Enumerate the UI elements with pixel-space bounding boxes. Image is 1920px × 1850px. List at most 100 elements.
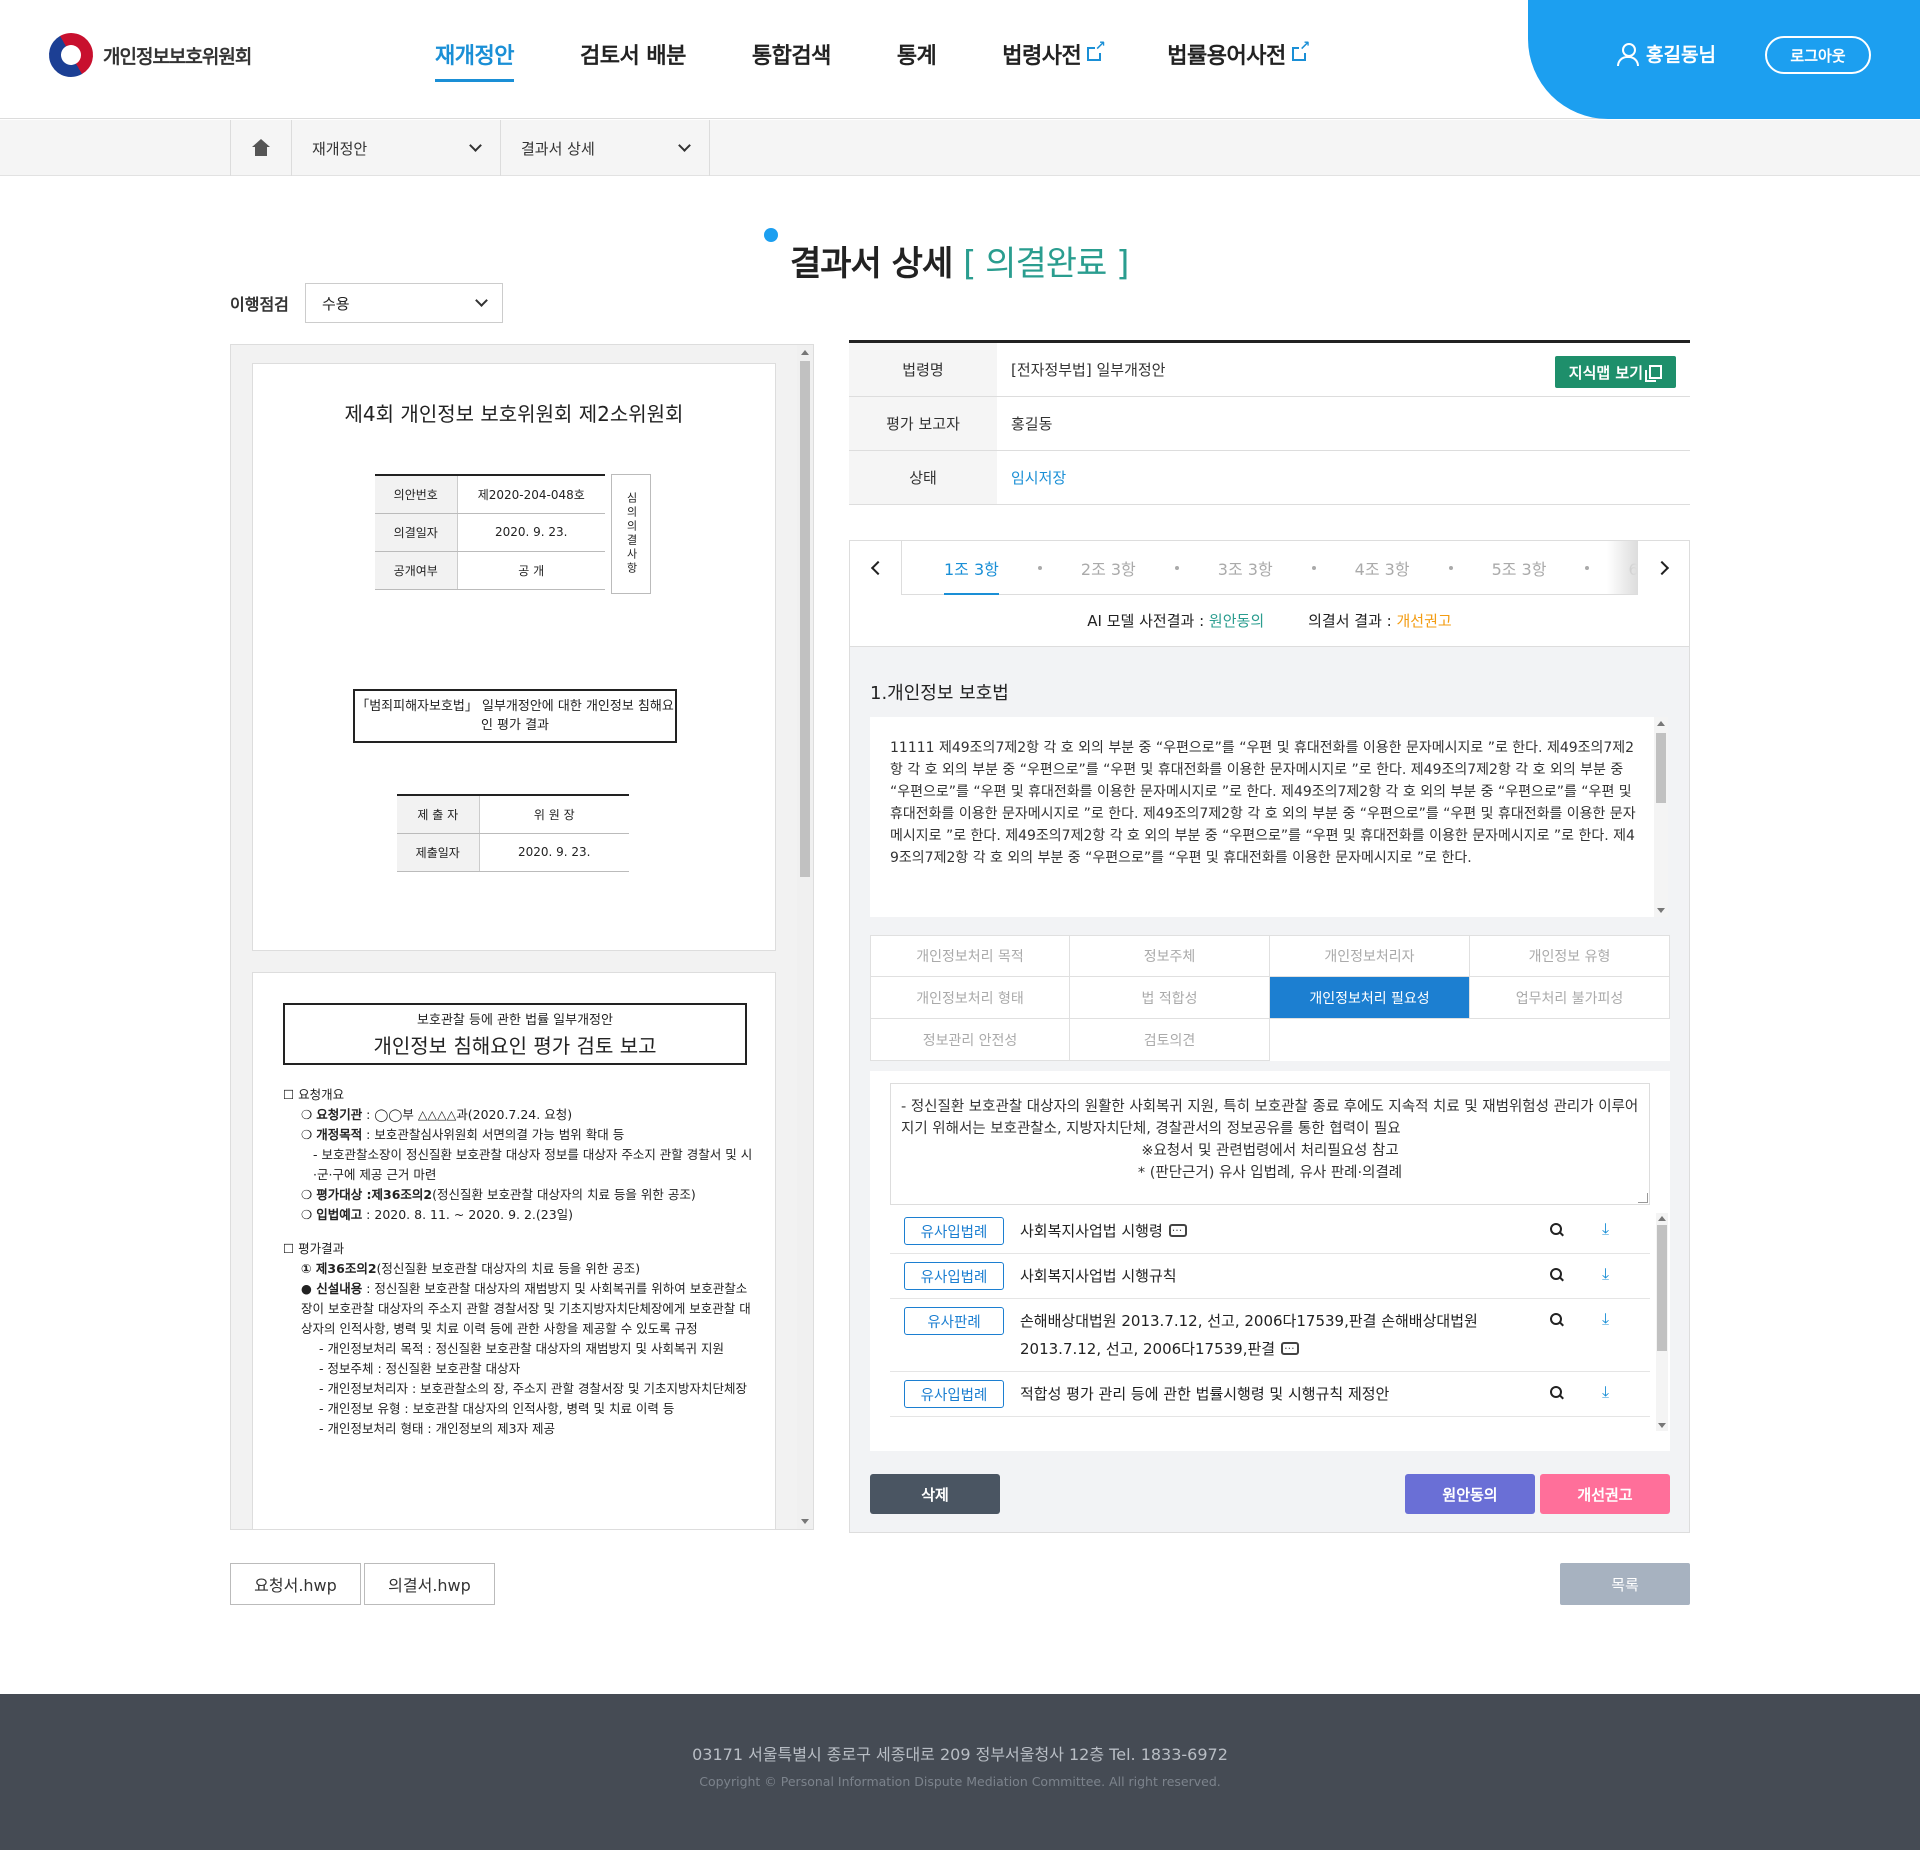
tabs-prev-button[interactable]	[850, 541, 902, 595]
tab-article-2[interactable]: 2조 3항	[1081, 541, 1136, 595]
agree-button[interactable]: 원안동의	[1405, 1474, 1535, 1514]
reference-tag[interactable]: 유사입법례	[904, 1262, 1004, 1290]
tab-article-1[interactable]: 1조 3항	[944, 541, 999, 596]
criteria-tab-4[interactable]: 개인정보처리 형태	[870, 977, 1070, 1019]
doc-line: ❍ 개정목적 : 보호관찰심사위원회 서면의결 가능 범위 확대 등	[301, 1127, 625, 1142]
scroll-down-arrow-icon[interactable]	[801, 1519, 809, 1524]
doc-line: - 정보주체 : 정신질환 보호관찰 대상자	[319, 1361, 521, 1376]
comment-icon[interactable]	[1281, 1335, 1300, 1363]
search-icon[interactable]	[1550, 1313, 1564, 1327]
document-scrollbar[interactable]	[797, 345, 813, 1529]
breadcrumb-level1-select[interactable]: 재개정안	[292, 120, 501, 176]
scroll-up-arrow-icon[interactable]	[801, 350, 809, 355]
taegeuk-logo-icon	[40, 24, 102, 86]
search-icon[interactable]	[1550, 1386, 1564, 1400]
criteria-tab-3[interactable]: 개인정보 유형	[1470, 935, 1670, 977]
scroll-thumb[interactable]	[800, 361, 810, 877]
nav-item-0[interactable]: 재개정안	[435, 38, 514, 82]
tab-article-5[interactable]: 5조 3항	[1492, 541, 1547, 595]
reference-row: 유사입법례 사회복지사업법 시행령	[890, 1209, 1650, 1254]
criteria-tab-1[interactable]: 정보주체	[1070, 935, 1270, 977]
tab-article-3[interactable]: 3조 3항	[1218, 541, 1273, 595]
main-nav: 재개정안 검토서 배분 통합검색 통계 법령사전 법률용어사전	[435, 38, 1372, 82]
reference-tag[interactable]: 유사입법례	[904, 1217, 1004, 1245]
nav-item-2[interactable]: 통합검색	[752, 38, 831, 70]
logout-button[interactable]: 로그아웃	[1765, 36, 1871, 74]
scroll-down-arrow-icon[interactable]	[1658, 1423, 1666, 1428]
criteria-tab-6[interactable]: 개인정보처리 필요성	[1270, 977, 1470, 1019]
new-window-icon	[1645, 365, 1662, 382]
tab-separator-dot	[1585, 566, 1590, 570]
download-icon[interactable]	[1602, 1382, 1616, 1402]
nav-item-label: 검토서 배분	[579, 44, 686, 69]
info-row-reporter: 평가 보고자 홍길동	[849, 397, 1690, 451]
document-viewer[interactable]: 제4회 개인정보 보호위원회 제2소위원회 의안번호 제2020-204-048호…	[230, 344, 814, 1530]
criteria-tab-9[interactable]: 검토의견	[1070, 1019, 1270, 1061]
download-icon[interactable]	[1602, 1264, 1616, 1284]
law-text-box[interactable]: 11111 제49조의7제2항 각 호 외의 부분 중 “우편으로”를 “우편 …	[870, 717, 1668, 917]
knowledge-map-button[interactable]: 지식맵 보기	[1554, 356, 1676, 388]
reference-name[interactable]: 사회복지사업법 시행규칙	[1020, 1262, 1520, 1290]
improve-button[interactable]: 개선권고	[1540, 1474, 1670, 1514]
request-file-button[interactable]: 요청서.hwp	[230, 1563, 361, 1605]
delete-button[interactable]: 삭제	[870, 1474, 1000, 1514]
search-icon[interactable]	[1550, 1268, 1564, 1282]
reference-actions	[1550, 1219, 1616, 1239]
breadcrumb-level2-select[interactable]: 결과서 상세	[501, 120, 710, 176]
breadcrumb: 재개정안 결과서 상세	[230, 120, 710, 176]
list-button[interactable]: 목록	[1560, 1563, 1690, 1605]
scroll-down-arrow-icon[interactable]	[1657, 908, 1665, 913]
nav-item-1[interactable]: 검토서 배분	[580, 38, 686, 70]
doc-vertical-label: 심의의결사항	[611, 474, 651, 594]
opinion-file-button[interactable]: 의결서.hwp	[364, 1563, 495, 1605]
breadcrumb-level2-label: 결과서 상세	[521, 139, 595, 158]
doc-line: - 개인정보처리 목적 : 정신질환 보호관찰 대상자의 재범방지 및 사회복귀…	[319, 1341, 724, 1356]
criteria-tab-8[interactable]: 정보관리 안전성	[870, 1019, 1070, 1061]
nav-item-4[interactable]: 법령사전	[1002, 38, 1106, 70]
comment-icon[interactable]	[1168, 1217, 1187, 1245]
external-link-icon	[1087, 40, 1106, 61]
reference-tag[interactable]: 유사입법례	[904, 1380, 1004, 1408]
tab-article-4[interactable]: 4조 3항	[1355, 541, 1410, 595]
review-textarea[interactable]: - 정신질환 보호관찰 대상자의 원활한 사회복귀 지원, 특히 보호관찰 종료…	[890, 1083, 1650, 1205]
site-logo[interactable]: 개인정보보호위원회	[40, 24, 252, 86]
nav-item-5[interactable]: 법률용어사전	[1167, 38, 1310, 70]
doc-line: ❍ 평가대상 :제36조의2(정신질환 보호관찰 대상자의 치료 등을 위한 공…	[301, 1187, 696, 1202]
chevron-left-icon	[870, 560, 885, 576]
footer-copyright: Copyright © Personal Information Dispute…	[699, 1774, 1221, 1789]
search-icon[interactable]	[1550, 1223, 1564, 1237]
breadcrumb-bar: 재개정안 결과서 상세	[0, 120, 1920, 176]
criteria-tab-5[interactable]: 법 적합성	[1070, 977, 1270, 1019]
tab-separator-dot	[1037, 566, 1042, 570]
download-icon[interactable]	[1602, 1309, 1616, 1329]
reference-name[interactable]: 사회복지사업법 시행령	[1020, 1217, 1520, 1245]
criteria-tab-7[interactable]: 업무처리 불가피성	[1470, 977, 1670, 1019]
reference-name[interactable]: 적합성 평가 관리 등에 관한 법률시행령 및 시행규칙 제정안	[1020, 1380, 1520, 1408]
decision-result: 의결서 결과 : 개선권고	[1308, 612, 1452, 630]
knowledge-map-label: 지식맵 보기	[1568, 363, 1643, 382]
reference-actions	[1550, 1382, 1616, 1402]
reference-tag[interactable]: 유사판례	[904, 1307, 1004, 1335]
breadcrumb-home[interactable]	[231, 120, 292, 176]
user-menu[interactable]: 홍길동님	[1616, 40, 1716, 67]
scroll-up-arrow-icon[interactable]	[1657, 721, 1665, 726]
reference-scrollbar[interactable]	[1656, 1213, 1668, 1431]
table-row: 공개여부 공 개	[375, 551, 605, 590]
nav-item-label: 법률용어사전	[1167, 44, 1286, 69]
law-text-scrollbar[interactable]	[1654, 717, 1668, 917]
nav-item-3[interactable]: 통계	[897, 38, 937, 70]
download-icon[interactable]	[1602, 1219, 1616, 1239]
criteria-tab-0[interactable]: 개인정보처리 목적	[870, 935, 1070, 977]
scroll-up-arrow-icon[interactable]	[1658, 1216, 1666, 1221]
filter-select[interactable]: 수용	[305, 283, 503, 323]
doc-line: - 보호관찰소장이 정신질환 보호관찰 대상자 정보를 대상자 주소지 관할 경…	[313, 1147, 753, 1182]
site-header: 개인정보보호위원회 재개정안 검토서 배분 통합검색 통계 법령사전 법률용어사전 홍길동…	[0, 0, 1920, 119]
scroll-thumb[interactable]	[1656, 733, 1666, 803]
doc-report-heading: 보호관찰 등에 관한 법률 일부개정안 개인정보 침해요인 평가 검토 보고	[283, 1003, 747, 1065]
criteria-tab-2[interactable]: 개인정보처리자	[1270, 935, 1470, 977]
tabs-next-button[interactable]	[1637, 541, 1689, 595]
resize-grip-icon[interactable]	[1638, 1193, 1648, 1203]
scroll-thumb[interactable]	[1657, 1225, 1667, 1351]
home-icon	[251, 139, 271, 157]
reference-name[interactable]: 손해배상대법원 2013.7.12, 선고, 2006다17539,판결 손해배…	[1020, 1307, 1520, 1363]
